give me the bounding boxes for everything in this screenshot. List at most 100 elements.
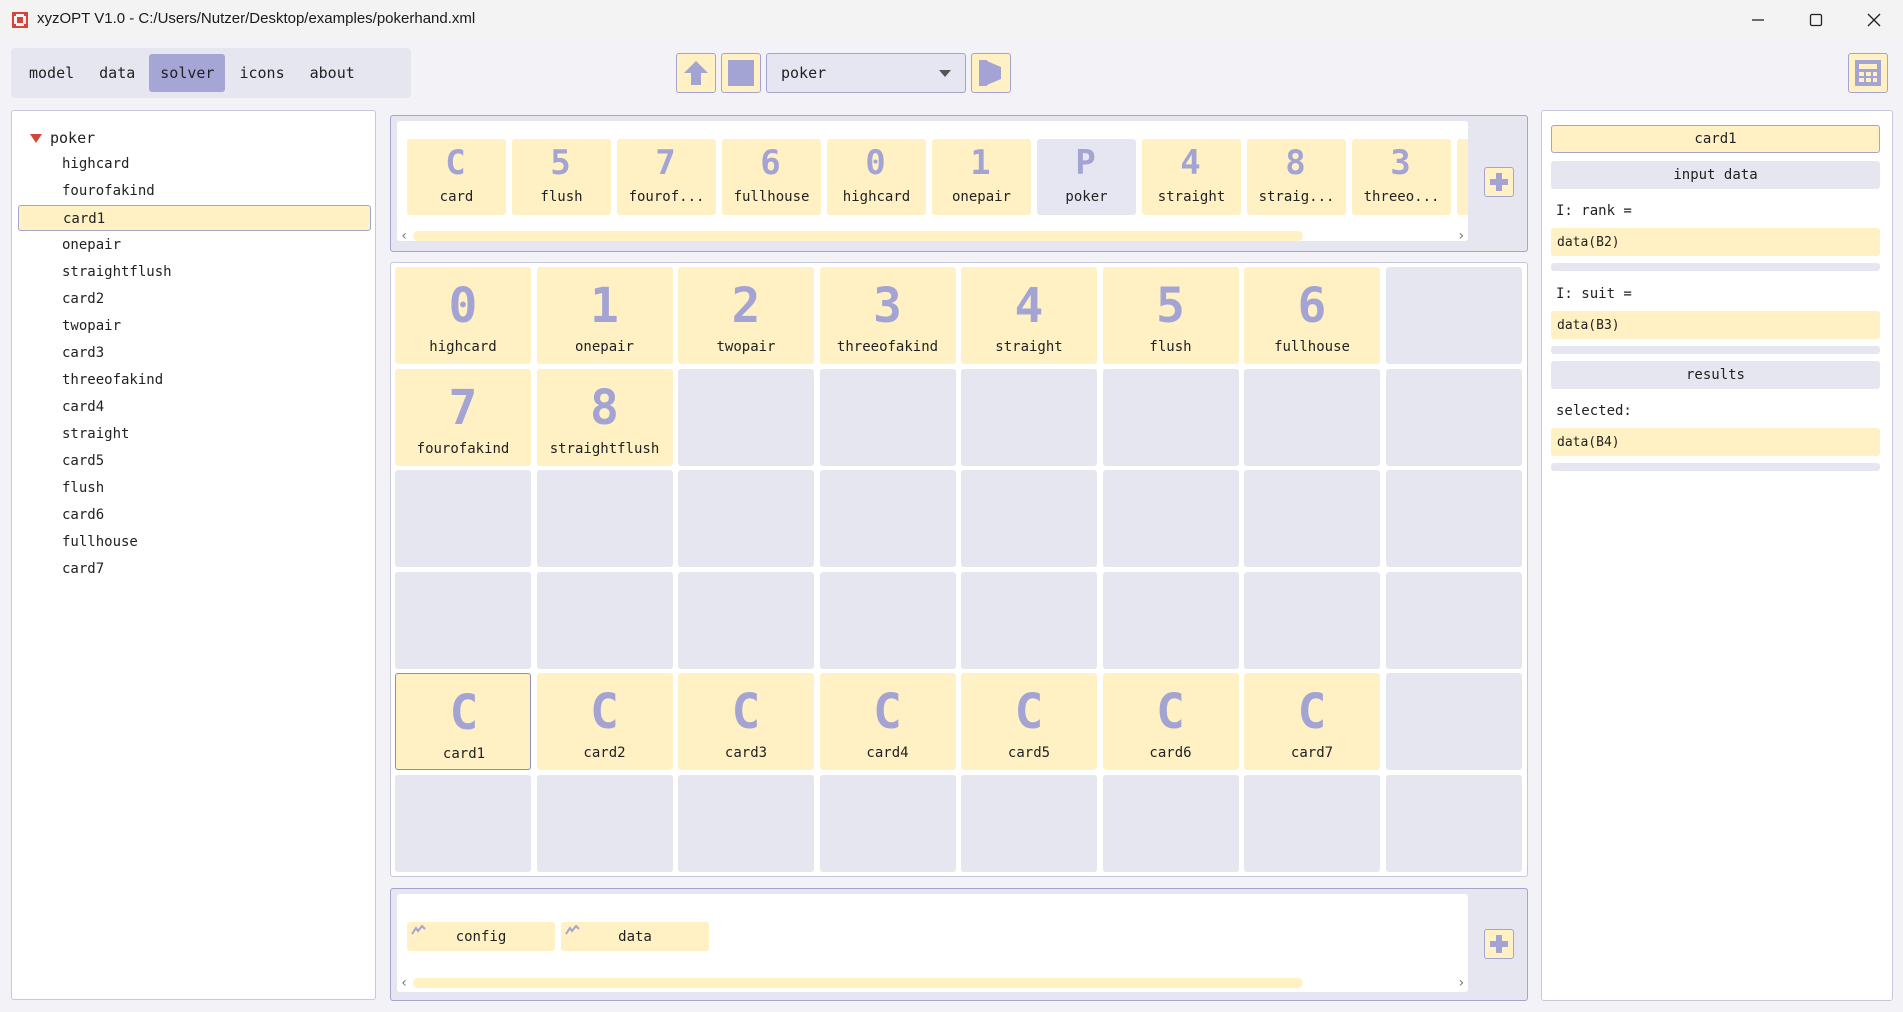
grid-cell-card1[interactable]: Ccard1 <box>395 673 531 770</box>
grid-cell-fullhouse[interactable]: 6 fullhouse <box>1244 267 1380 364</box>
grid-cell-card2[interactable]: Ccard2 <box>536 673 673 770</box>
grid-cell-empty[interactable] <box>1385 368 1522 466</box>
tab-solver[interactable]: solver <box>149 54 226 92</box>
grid-cell-empty[interactable] <box>819 368 956 466</box>
grid-cell-empty[interactable] <box>678 571 814 669</box>
scroll-left-icon[interactable]: ‹ <box>400 976 408 990</box>
solver-dropdown[interactable]: poker <box>766 53 966 93</box>
grid-cell-card4[interactable]: Ccard4 <box>819 673 956 770</box>
grid-cell-empty[interactable] <box>1102 571 1239 669</box>
tree-item-card3[interactable]: card3 <box>62 340 104 366</box>
grid-cell-empty[interactable] <box>536 571 673 669</box>
tree-item-onepair[interactable]: onepair <box>62 232 121 258</box>
grid-cell-empty[interactable] <box>1385 267 1522 364</box>
calculator-button[interactable] <box>1848 53 1888 93</box>
tree-item-straight[interactable]: straight <box>62 421 129 447</box>
palette-item[interactable]: 3 threeo... <box>1352 139 1451 215</box>
tab-icons[interactable]: icons <box>228 54 295 92</box>
grid-cell-empty[interactable] <box>819 470 956 567</box>
data-tab[interactable]: data <box>561 922 709 951</box>
scroll-right-icon[interactable]: › <box>1457 976 1465 990</box>
grid-cell-card3[interactable]: Ccard3 <box>678 673 814 770</box>
data-tabs-scrollbar[interactable] <box>413 978 1303 988</box>
grid-cell-empty[interactable] <box>1385 571 1522 669</box>
grid-cell-empty[interactable] <box>395 774 531 872</box>
tree-item-card5[interactable]: card5 <box>62 448 104 474</box>
palette-item[interactable]: Ccard <box>407 139 506 215</box>
grid-cell-empty[interactable] <box>1385 673 1522 770</box>
tab-data[interactable]: data <box>88 54 146 92</box>
grid-cell-empty[interactable] <box>395 470 531 567</box>
palette-item[interactable]: 1 onepair <box>932 139 1031 215</box>
tree-item-fullhouse[interactable]: fullhouse <box>62 529 138 555</box>
grid-cell-empty[interactable] <box>395 571 531 669</box>
selected-input[interactable]: data(B4) <box>1551 428 1880 456</box>
tree-item-card2[interactable]: card2 <box>62 286 104 312</box>
grid-cell-empty[interactable] <box>1102 470 1239 567</box>
rank-input[interactable]: data(B2) <box>1551 228 1880 256</box>
run-button[interactable] <box>971 53 1011 93</box>
grid-cell-card6[interactable]: Ccard6 <box>1102 673 1239 770</box>
stop-button[interactable] <box>721 53 761 93</box>
maximize-button[interactable] <box>1787 0 1845 40</box>
grid-cell-empty[interactable] <box>678 368 814 466</box>
grid-cell-twopair[interactable]: 2 twopair <box>678 267 814 364</box>
tab-model[interactable]: model <box>18 54 85 92</box>
palette-item[interactable]: 0 highcard <box>827 139 926 215</box>
grid-cell-fourofakind[interactable]: 7 fourofakind <box>395 368 531 466</box>
palette-item[interactable]: 5 flush <box>512 139 611 215</box>
grid-cell-straight[interactable]: 4 straight <box>961 267 1097 364</box>
grid-cell-onepair[interactable]: 1 onepair <box>536 267 673 364</box>
tree-item-straightflush[interactable]: straightflush <box>62 259 172 285</box>
grid-cell-empty[interactable] <box>1244 470 1380 567</box>
grid-cell-empty[interactable] <box>1102 774 1239 872</box>
add-data-tab-button[interactable] <box>1484 929 1514 959</box>
tree-item-fourofakind[interactable]: fourofakind <box>62 178 155 204</box>
grid-cell-empty[interactable] <box>961 774 1097 872</box>
add-element-button[interactable] <box>1484 167 1514 197</box>
palette-item[interactable]: 6 fullhouse <box>722 139 821 215</box>
tree-item-card7[interactable]: card7 <box>62 556 104 582</box>
palette-item-partial[interactable] <box>1457 139 1468 215</box>
tree-item-card6[interactable]: card6 <box>62 502 104 528</box>
scroll-left-icon[interactable]: ‹ <box>400 229 408 243</box>
config-tab[interactable]: config <box>407 922 555 951</box>
grid-cell-empty[interactable] <box>1385 470 1522 567</box>
tree-root[interactable]: poker <box>30 125 95 151</box>
tree-item-twopair[interactable]: twopair <box>62 313 121 339</box>
grid-cell-empty[interactable] <box>1244 571 1380 669</box>
grid-cell-empty[interactable] <box>1385 774 1522 872</box>
tab-about[interactable]: about <box>299 54 366 92</box>
grid-cell-empty[interactable] <box>678 470 814 567</box>
grid-cell-empty[interactable] <box>961 368 1097 466</box>
tree-item-highcard[interactable]: highcard <box>62 151 129 177</box>
tree-item-threeofakind[interactable]: threeofakind <box>62 367 163 393</box>
palette-item[interactable]: 8 straig... <box>1247 139 1346 215</box>
upload-button[interactable] <box>676 53 716 93</box>
tree-item-card1[interactable]: card1 <box>18 205 371 231</box>
grid-cell-empty[interactable] <box>1244 368 1380 466</box>
grid-cell-empty[interactable] <box>1102 368 1239 466</box>
palette-scrollbar[interactable] <box>413 231 1303 241</box>
tree-item-flush[interactable]: flush <box>62 475 104 501</box>
scroll-right-icon[interactable]: › <box>1457 229 1465 243</box>
minimize-button[interactable] <box>1729 0 1787 40</box>
tree-item-card4[interactable]: card4 <box>62 394 104 420</box>
grid-cell-empty[interactable] <box>678 774 814 872</box>
grid-cell-straightflush[interactable]: 8 straightflush <box>536 368 673 466</box>
grid-cell-empty[interactable] <box>819 571 956 669</box>
grid-cell-empty[interactable] <box>536 470 673 567</box>
grid-cell-empty[interactable] <box>536 774 673 872</box>
grid-cell-empty[interactable] <box>819 774 956 872</box>
grid-cell-card5[interactable]: Ccard5 <box>961 673 1097 770</box>
grid-cell-threeofakind[interactable]: 3 threeofakind <box>819 267 956 364</box>
grid-cell-empty[interactable] <box>961 470 1097 567</box>
suit-input[interactable]: data(B3) <box>1551 311 1880 339</box>
grid-cell-card7[interactable]: Ccard7 <box>1244 673 1380 770</box>
close-button[interactable] <box>1845 0 1903 40</box>
grid-cell-highcard[interactable]: 0 highcard <box>395 267 531 364</box>
grid-cell-flush[interactable]: 5 flush <box>1102 267 1239 364</box>
grid-cell-empty[interactable] <box>1244 774 1380 872</box>
palette-item[interactable]: 7 fourof... <box>617 139 716 215</box>
palette-item[interactable]: Ppoker <box>1037 139 1136 215</box>
